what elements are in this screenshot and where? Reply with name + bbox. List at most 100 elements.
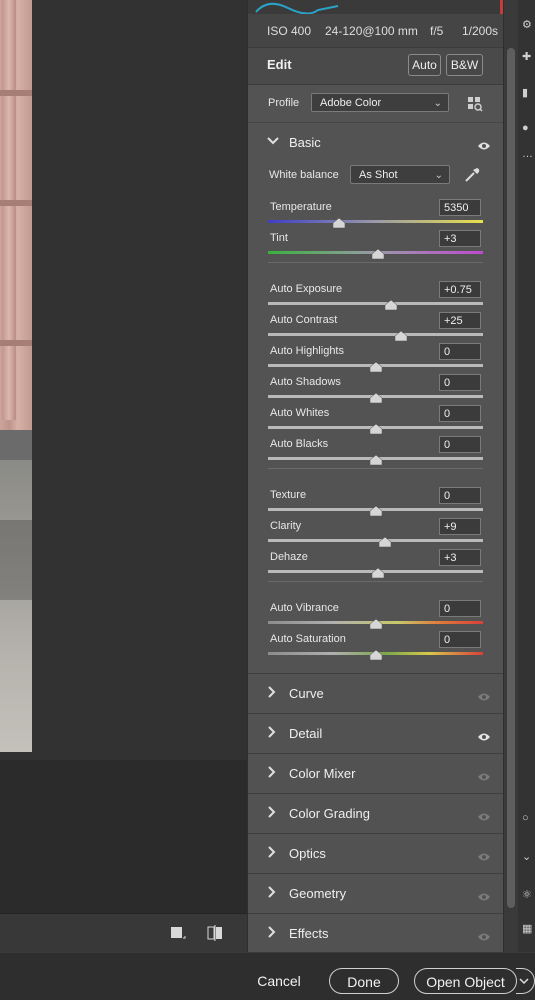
slider-thumb[interactable] bbox=[369, 452, 382, 466]
basic-section-title: Basic bbox=[289, 135, 321, 150]
slider-value-input[interactable]: 0 bbox=[439, 631, 481, 648]
slider-thumb[interactable] bbox=[369, 359, 382, 373]
section-effects[interactable]: Effects bbox=[248, 913, 503, 953]
single-view-icon[interactable] bbox=[168, 923, 188, 943]
eye-icon[interactable] bbox=[477, 138, 491, 150]
tool-rail: ⚙ ✚ ▮ ● … ○ ⌄ ⚛ ▦ bbox=[518, 0, 535, 952]
edit-panel: ISO 400 24-120@100 mm f/5 1/200s Edit Au… bbox=[248, 0, 503, 953]
section-geometry[interactable]: Geometry bbox=[248, 873, 503, 913]
section-color-mixer[interactable]: Color Mixer bbox=[248, 753, 503, 793]
slider-thumb[interactable] bbox=[369, 421, 382, 435]
slider-value-input[interactable]: 0 bbox=[439, 600, 481, 617]
profile-select-value: Adobe Color bbox=[320, 97, 382, 109]
slider-track[interactable] bbox=[268, 333, 483, 336]
zoom-tool-icon[interactable]: ○ bbox=[522, 812, 534, 826]
slider-value-input[interactable]: 0 bbox=[439, 436, 481, 453]
profile-select[interactable]: Adobe Color ⌄ bbox=[311, 93, 449, 112]
chevron-down-icon: ⌄ bbox=[434, 170, 443, 181]
crop-tool-icon[interactable]: ✚ bbox=[522, 50, 534, 64]
slider-value-input[interactable]: 0 bbox=[439, 487, 481, 504]
chevron-right-icon bbox=[267, 806, 277, 821]
cancel-button[interactable]: Cancel bbox=[252, 968, 306, 994]
basic-section-header[interactable]: Basic bbox=[248, 123, 503, 159]
eye-icon[interactable] bbox=[477, 849, 491, 861]
section-detail[interactable]: Detail bbox=[248, 713, 503, 753]
chevron-right-icon bbox=[267, 926, 277, 941]
white-balance-label: White balance bbox=[269, 169, 339, 181]
scroll-thumb[interactable] bbox=[507, 48, 515, 908]
eye-icon[interactable] bbox=[477, 929, 491, 941]
chevron-right-icon bbox=[267, 846, 277, 861]
slider-track[interactable] bbox=[268, 539, 483, 542]
eye-icon[interactable] bbox=[477, 689, 491, 701]
slider-thumb[interactable] bbox=[369, 503, 382, 517]
filmstrip-area bbox=[0, 760, 247, 913]
slider-row: Clarity +9 bbox=[248, 518, 503, 549]
section-color-grading[interactable]: Color Grading bbox=[248, 793, 503, 833]
panel-scrollbar[interactable] bbox=[504, 0, 518, 952]
slider-thumb[interactable] bbox=[369, 647, 382, 661]
edit-tool-icon[interactable]: ⚙ bbox=[522, 18, 534, 32]
grid-browse-icon[interactable] bbox=[467, 96, 483, 112]
slider-row: Auto Shadows 0 bbox=[248, 374, 503, 405]
photo-preview bbox=[0, 0, 32, 752]
shutter-value: 1/200s bbox=[462, 24, 499, 38]
slider-row: Auto Whites 0 bbox=[248, 405, 503, 436]
section-title: Effects bbox=[289, 926, 329, 941]
eye-icon[interactable] bbox=[477, 729, 491, 741]
slider-thumb[interactable] bbox=[378, 534, 392, 548]
before-after-icon[interactable] bbox=[205, 923, 225, 943]
done-button[interactable]: Done bbox=[329, 968, 399, 994]
slider-thumb[interactable] bbox=[369, 390, 382, 404]
heal-tool-icon[interactable]: ▮ bbox=[522, 86, 534, 100]
slider-row: Auto Vibrance 0 bbox=[248, 600, 503, 631]
slider-value-input[interactable]: 0 bbox=[439, 405, 481, 422]
auto-button[interactable]: Auto bbox=[408, 54, 441, 76]
section-title: Optics bbox=[289, 846, 326, 861]
more-tools-icon[interactable]: … bbox=[522, 148, 534, 162]
slider-value-input[interactable]: 0 bbox=[439, 343, 481, 360]
open-object-button[interactable]: Open Object bbox=[414, 968, 517, 994]
slider-track[interactable] bbox=[268, 302, 483, 305]
section-optics[interactable]: Optics bbox=[248, 833, 503, 873]
grid-tool-icon[interactable]: ▦ bbox=[522, 922, 534, 936]
slider-thumb[interactable] bbox=[371, 565, 384, 579]
slider-value-input[interactable]: +0.75 bbox=[439, 281, 481, 298]
hand-tool-icon[interactable]: ⌄ bbox=[522, 850, 534, 864]
eye-icon[interactable] bbox=[477, 889, 491, 901]
sampler-tool-icon[interactable]: ⚛ bbox=[522, 888, 534, 902]
slider-thumb[interactable] bbox=[371, 246, 384, 260]
edit-title: Edit bbox=[267, 57, 292, 72]
slider-label: Temperature bbox=[270, 201, 332, 213]
bw-button[interactable]: B&W bbox=[446, 54, 483, 76]
open-options-dropdown[interactable] bbox=[516, 968, 535, 994]
slider-value-input[interactable]: 5350 bbox=[439, 199, 481, 216]
section-curve[interactable]: Curve bbox=[248, 673, 503, 713]
slider-value-input[interactable]: +25 bbox=[439, 312, 481, 329]
slider-thumb[interactable] bbox=[395, 328, 408, 342]
white-balance-select[interactable]: As Shot ⌄ bbox=[350, 165, 450, 184]
slider-thumb[interactable] bbox=[369, 616, 382, 630]
slider-value-input[interactable]: +3 bbox=[439, 549, 481, 566]
slider-value-input[interactable]: +3 bbox=[439, 230, 481, 247]
slider-thumb[interactable] bbox=[332, 215, 346, 229]
slider-label: Auto Vibrance bbox=[270, 602, 339, 614]
eyedropper-icon[interactable] bbox=[463, 166, 481, 184]
slider-label: Auto Shadows bbox=[270, 376, 341, 388]
chevron-right-icon bbox=[267, 726, 277, 741]
eye-icon[interactable] bbox=[477, 809, 491, 821]
slider-row: Auto Exposure +0.75 bbox=[248, 281, 503, 312]
slider-row: Auto Highlights 0 bbox=[248, 343, 503, 374]
image-canvas[interactable] bbox=[0, 0, 247, 760]
slider-value-input[interactable]: 0 bbox=[439, 374, 481, 391]
iso-value: ISO 400 bbox=[267, 24, 312, 38]
slider-thumb[interactable] bbox=[384, 297, 397, 311]
slider-value-input[interactable]: +9 bbox=[439, 518, 481, 535]
slider-track[interactable] bbox=[268, 220, 483, 223]
mask-tool-icon[interactable]: ● bbox=[522, 122, 534, 136]
slider-label: Tint bbox=[270, 232, 288, 244]
lens-value: 24-120@100 mm bbox=[325, 24, 418, 38]
eye-icon[interactable] bbox=[477, 769, 491, 781]
slider-label: Auto Whites bbox=[270, 407, 330, 419]
group-divider bbox=[268, 262, 483, 263]
